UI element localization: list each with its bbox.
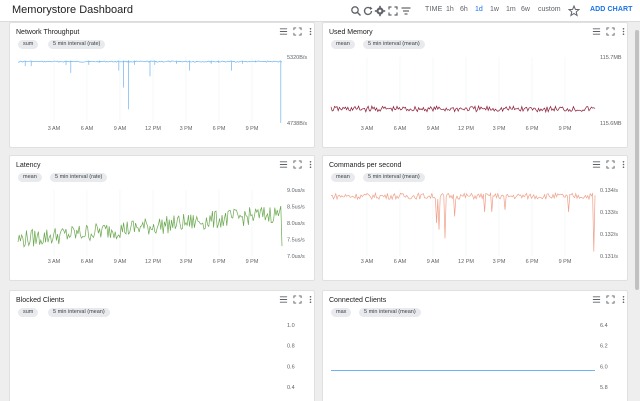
filter-icon[interactable] [400,5,412,17]
y-tick-label: 0.4 [287,385,295,391]
x-tick-label: 9 AM [114,259,127,265]
fullscreen-icon[interactable] [387,5,399,17]
x-tick-label: 9 PM [246,259,259,265]
x-tick-label: 9 AM [114,126,127,132]
x-tick-label: 6 AM [394,259,407,265]
x-tick-label: 6 PM [526,259,539,265]
x-tick-label: 9 AM [427,126,440,132]
chart-card-blocked-clients: Blocked Clients sum 5 min interval (mean… [9,290,315,401]
star-icon[interactable] [568,5,580,17]
y-tick-label: 115.6MB [600,121,622,127]
x-tick-label: 6 PM [213,126,226,132]
y-tick-label: 1.0 [287,323,295,329]
y-tick-label: 0.6 [287,364,295,370]
y-tick-label: 0.133/s [600,210,618,216]
chart-card-network-throughput: Network Throughput sum 5 min interval (r… [9,22,315,148]
chart-card-latency: Latency mean 5 min interval (rate) 3 AM 6… [9,155,315,281]
x-tick-label: 3 AM [48,259,61,265]
search-icon[interactable] [350,5,362,17]
add-chart-button[interactable]: ADD CHART [590,6,633,13]
y-tick-label: 7.0us/s [287,254,305,260]
x-tick-label: 6 PM [213,259,226,265]
x-tick-label: 9 PM [559,126,572,132]
x-tick-label: 9 AM [427,259,440,265]
x-tick-label: 12 PM [145,259,161,265]
y-tick-label: 0.132/s [600,232,618,238]
range-custom[interactable]: custom [538,6,561,13]
y-tick-label: 4738B/s [287,121,307,127]
x-tick-label: 3 PM [493,126,506,132]
chart-card-used-memory: Used Memory mean 5 min interval (mean) 3… [322,22,628,148]
chart-plot: 6.46.26.05.85.6 [331,323,608,391]
range-1d[interactable]: 1d [475,6,483,13]
scrollbar[interactable] [635,30,639,290]
x-tick-label: 3 AM [48,126,61,132]
x-tick-label: 12 PM [458,126,474,132]
x-tick-label: 9 PM [559,259,572,265]
series-line [18,60,283,123]
x-tick-label: 3 AM [361,126,374,132]
y-tick-label: 6.0 [600,364,608,370]
x-tick-label: 12 PM [458,259,474,265]
series-line [17,205,283,248]
x-tick-label: 6 AM [81,126,94,132]
y-tick-label: 7.5us/s [287,238,305,244]
range-1h[interactable]: 1h [446,6,454,13]
range-6w[interactable]: 6w [521,6,530,13]
range-1w[interactable]: 1w [490,6,499,13]
page-title: Memorystore Dashboard [12,4,134,16]
x-tick-label: 3 PM [493,259,506,265]
series-line [330,104,596,114]
y-tick-label: 8.0us/s [287,221,305,227]
refresh-icon[interactable] [362,5,374,17]
time-label: TIME [425,6,443,13]
top-bar: Memorystore Dashboard TIME 1h 6h 1d 1w 1… [0,0,640,22]
chart-card-connected-clients: Connected Clients max 5 min interval (me… [322,290,628,401]
y-tick-label: 9.0us/s [287,188,305,194]
chart-plot: 3 AM 6 AM 9 AM 12 PM 3 PM 6 PM 9 PM 9.0us/s 8.5u… [17,188,305,265]
y-tick-label: 6.2 [600,344,608,350]
x-tick-label: 6 AM [394,126,407,132]
range-6h[interactable]: 6h [460,6,468,13]
chart-plot: 1.00.80.60.40.2 [287,323,295,391]
x-tick-label: 3 AM [361,259,374,265]
x-tick-label: 3 PM [180,126,193,132]
x-tick-label: 9 PM [246,126,259,132]
x-tick-label: 6 AM [81,259,94,265]
y-tick-label: 0.131/s [600,254,618,260]
y-tick-label: 5320B/s [287,55,307,61]
range-1m[interactable]: 1m [506,6,516,13]
chart-plot: 3 AM 6 AM 9 AM 12 PM 3 PM 6 PM 9 PM 115.7MB 115.… [330,55,622,132]
x-tick-label: 3 PM [180,259,193,265]
y-tick-label: 8.5us/s [287,205,305,211]
chart-plot: 3 AM 6 AM 9 AM 12 PM 3 PM 6 PM 9 PM 5320B/s 4738… [18,55,307,132]
chart-plot: 3 AM 6 AM 9 AM 12 PM 3 PM 6 PM 9 PM 0.134/s 0.13… [330,188,618,265]
y-tick-label: 6.4 [600,323,608,329]
y-tick-label: 5.8 [600,385,608,391]
series-line [330,191,596,252]
y-tick-label: 0.134/s [600,188,618,194]
chart-card-commands-per-second: Commands per second mean 5 min interval … [322,155,628,281]
gear-icon[interactable] [374,5,386,17]
y-tick-label: 115.7MB [600,55,622,61]
x-tick-label: 12 PM [145,126,161,132]
y-tick-label: 0.8 [287,344,295,350]
x-tick-label: 6 PM [526,126,539,132]
